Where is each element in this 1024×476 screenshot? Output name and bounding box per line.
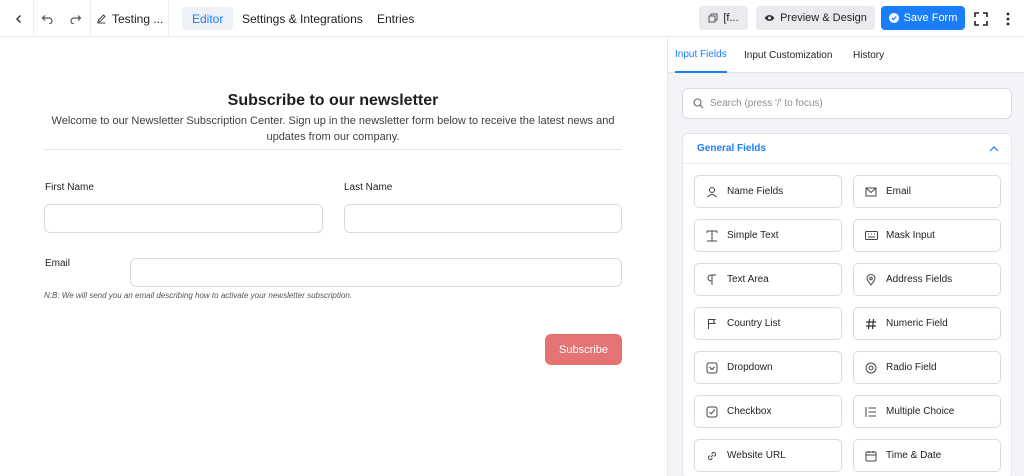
text-cursor-icon [705, 229, 719, 243]
calendar-icon [864, 449, 878, 463]
first-name-label: First Name [45, 182, 94, 193]
field-search-input[interactable]: Search (press '/' to focus) [682, 88, 1012, 119]
search-placeholder: Search (press '/' to focus) [710, 98, 823, 109]
form-description: Welcome to our Newsletter Subscription C… [51, 115, 615, 143]
field-label: Numeric Field [886, 318, 948, 329]
tab-input-customization[interactable]: Input Customization [744, 37, 832, 73]
paragraph-icon [705, 273, 719, 287]
search-icon [693, 98, 704, 109]
general-fields-title: General Fields [697, 143, 766, 154]
field-label: Country List [727, 318, 781, 329]
toolbar-divider [168, 0, 169, 37]
field-text-area[interactable]: Text Area [694, 263, 842, 296]
flag-icon [705, 317, 719, 331]
last-name-input[interactable] [344, 204, 622, 233]
envelope-icon [864, 185, 878, 199]
tab-editor[interactable]: Editor [182, 7, 234, 30]
copy-icon [708, 13, 718, 23]
field-label: Text Area [727, 274, 769, 285]
undo-icon[interactable] [36, 0, 58, 37]
redo-icon[interactable] [65, 0, 87, 37]
field-name-fields[interactable]: Name Fields [694, 175, 842, 208]
more-vertical-icon[interactable] [1000, 0, 1016, 37]
tab-entries[interactable]: Entries [367, 7, 424, 30]
dropdown-icon [705, 361, 719, 375]
field-label: Simple Text [727, 230, 779, 241]
field-simple-text[interactable]: Simple Text [694, 219, 842, 252]
subscribe-button[interactable]: Subscribe [545, 334, 622, 365]
toolbar-divider [90, 0, 91, 37]
field-label: Website URL [727, 450, 786, 461]
check-circle-icon [888, 13, 899, 23]
field-mask-input[interactable]: Mask Input [853, 219, 1001, 252]
back-chevron-icon[interactable] [8, 0, 30, 37]
link-icon [705, 449, 719, 463]
field-label: Time & Date [886, 450, 942, 461]
save-form-button[interactable]: Save Form [881, 6, 965, 30]
checkbox-icon [705, 405, 719, 419]
last-name-label: Last Name [344, 182, 393, 193]
email-help-text: N:B: We will send you an email describin… [44, 291, 352, 300]
toolbar-divider [33, 0, 34, 37]
eye-icon [764, 14, 775, 22]
top-toolbar: Testing ... Editor Settings & Integratio… [0, 0, 1024, 37]
field-grid: Name Fields Email Simple Text Mask Input… [694, 175, 1002, 472]
chevron-up-icon [989, 145, 999, 152]
tab-input-fields[interactable]: Input Fields [675, 37, 727, 73]
shortcode-label: [f... [723, 12, 739, 24]
tab-settings-integrations[interactable]: Settings & Integrations [232, 7, 373, 30]
field-website-url[interactable]: Website URL [694, 439, 842, 472]
field-label: Radio Field [886, 362, 937, 373]
form-title-edit[interactable]: Testing ... [96, 0, 163, 37]
form-editor-canvas: Subscribe to our newsletter Welcome to o… [0, 37, 667, 476]
general-fields-panel: General Fields Name Fields Email Simple … [682, 133, 1012, 476]
form-divider [44, 149, 622, 150]
sidebar-tabs: Input Fields Input Customization History [668, 37, 1024, 73]
list-icon [864, 405, 878, 419]
tab-history[interactable]: History [853, 37, 884, 73]
radio-icon [864, 361, 878, 375]
field-label: Checkbox [727, 406, 772, 417]
field-email[interactable]: Email [853, 175, 1001, 208]
preview-label: Preview & Design [780, 12, 867, 24]
field-dropdown[interactable]: Dropdown [694, 351, 842, 384]
field-country-list[interactable]: Country List [694, 307, 842, 340]
field-address-fields[interactable]: Address Fields [853, 263, 1001, 296]
keyboard-icon [864, 229, 878, 243]
shortcode-button[interactable]: [f... [699, 6, 748, 30]
map-pin-icon [864, 273, 878, 287]
field-checkbox[interactable]: Checkbox [694, 395, 842, 428]
hash-icon [864, 317, 878, 331]
email-input[interactable] [130, 258, 622, 287]
field-label: Email [886, 186, 912, 197]
email-label: Email [45, 258, 71, 269]
field-multiple-choice[interactable]: Multiple Choice [853, 395, 1001, 428]
field-radio-field[interactable]: Radio Field [853, 351, 1001, 384]
fields-sidebar: Input Fields Input Customization History… [668, 37, 1024, 476]
pencil-icon [96, 13, 107, 24]
field-numeric-field[interactable]: Numeric Field [853, 307, 1001, 340]
preview-design-button[interactable]: Preview & Design [756, 6, 875, 30]
field-label: Mask Input [886, 230, 935, 241]
general-fields-header[interactable]: General Fields [683, 134, 1011, 164]
field-label: Dropdown [727, 362, 773, 373]
field-label: Multiple Choice [886, 406, 955, 417]
first-name-input[interactable] [44, 204, 323, 233]
form-title-text: Testing ... [112, 11, 164, 26]
field-time-date[interactable]: Time & Date [853, 439, 1001, 472]
field-label: Name Fields [727, 186, 784, 197]
fullscreen-icon[interactable] [970, 0, 992, 37]
form-heading: Subscribe to our newsletter [227, 92, 439, 109]
field-label: Address Fields [886, 274, 953, 285]
save-form-label: Save Form [903, 12, 958, 24]
user-icon [705, 185, 719, 199]
